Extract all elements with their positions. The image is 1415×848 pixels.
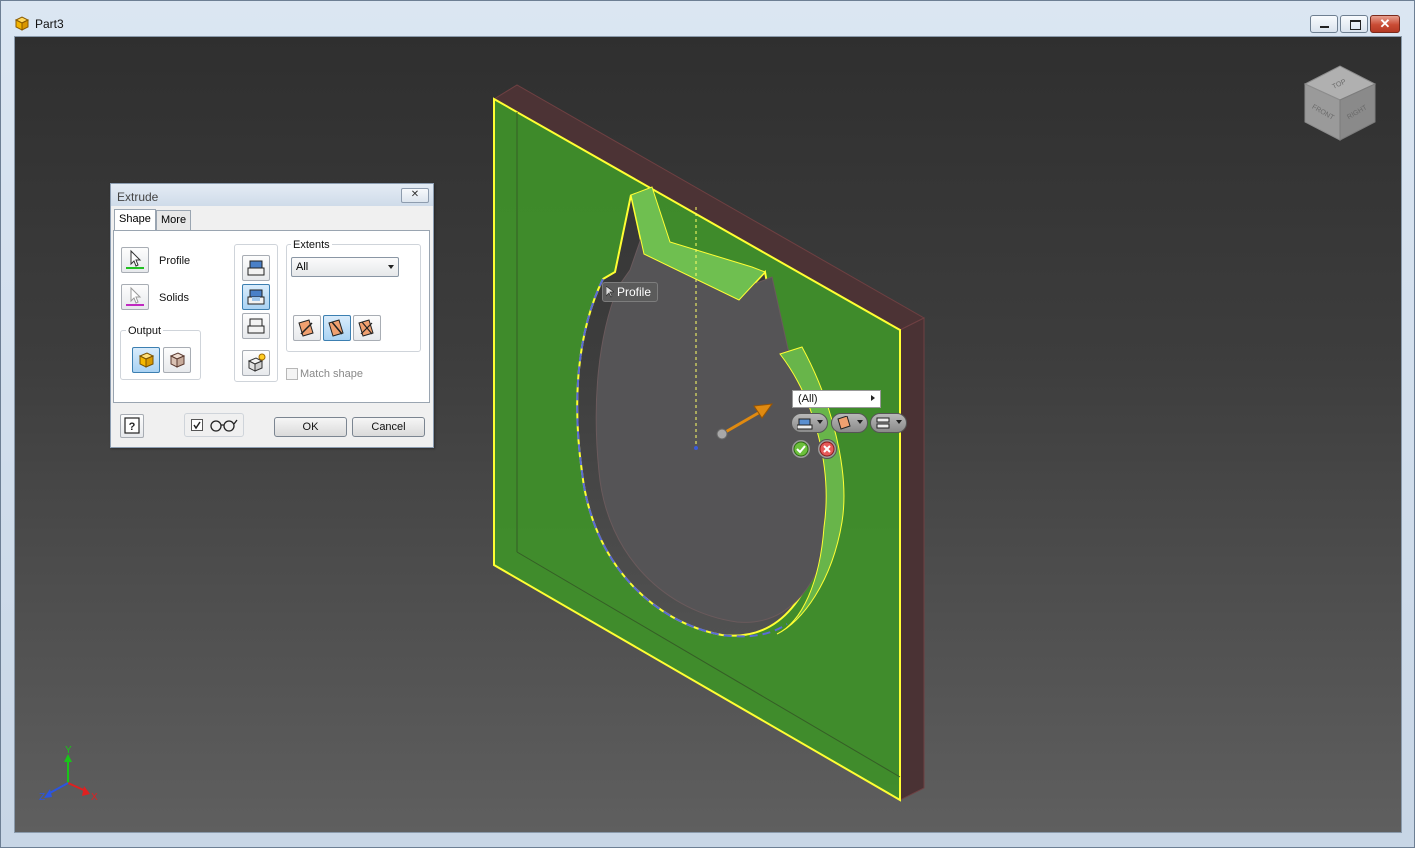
part-cube-icon: [14, 16, 30, 31]
direction-1-button[interactable]: [293, 315, 321, 341]
output-icon: [876, 417, 890, 429]
chevron-down-icon: [817, 420, 823, 424]
glasses-icon: [210, 419, 238, 432]
select-arrow-icon: [126, 286, 144, 306]
title-bar[interactable]: Part3 ✕: [1, 1, 1414, 35]
direction-2-icon: [328, 319, 344, 337]
cut-operation-icon: [247, 289, 265, 305]
surface-cube-icon: [169, 352, 186, 368]
distance-manipulator[interactable]: [716, 428, 728, 440]
z-label: Z: [39, 792, 45, 803]
y-label: Y: [65, 745, 72, 756]
chevron-down-icon: [388, 265, 394, 269]
mini-toolbar-extents-value: (All): [798, 393, 818, 405]
mini-toolbar-extents-combo[interactable]: (All): [792, 390, 881, 408]
window-title: Part3: [35, 17, 64, 31]
output-surface-button[interactable]: [163, 347, 191, 373]
dialog-title-bar[interactable]: Extrude ✕: [111, 184, 433, 206]
output-label: Output: [126, 325, 164, 337]
mini-toolbar-operation-button[interactable]: [791, 413, 828, 433]
x-arrow-icon: [82, 786, 90, 796]
tab-shape[interactable]: Shape: [114, 209, 156, 231]
new-solid-button[interactable]: [242, 350, 270, 376]
cancel-icon: [819, 441, 835, 457]
preview-checkbox[interactable]: [191, 419, 203, 431]
tab-more-label: More: [161, 214, 187, 226]
dialog-title: Extrude: [117, 190, 159, 204]
coordinate-triad: Y X Z: [39, 745, 98, 803]
mini-toolbar-cancel-button[interactable]: [817, 439, 837, 459]
z-axis: [47, 782, 69, 795]
application-window: Part3 ✕ TOP FRONT RIGHT Y X Z Profile (A…: [0, 0, 1415, 848]
chevron-right-icon: [871, 395, 875, 401]
close-button[interactable]: ✕: [1370, 15, 1400, 33]
mini-toolbar-output-button[interactable]: [870, 413, 907, 433]
dialog-close-button[interactable]: ✕: [401, 188, 429, 203]
output-solid-button[interactable]: [132, 347, 160, 373]
intersect-operation-icon: [247, 318, 265, 334]
solid-cube-icon: [138, 352, 155, 368]
minimize-icon: [1320, 26, 1329, 28]
direction-icon: [837, 416, 851, 430]
cut-button[interactable]: [242, 284, 270, 310]
help-icon: ?: [124, 417, 140, 434]
select-arrow-icon: [126, 249, 144, 269]
profile-label: Profile: [159, 255, 191, 267]
window-controls: ✕: [1308, 15, 1400, 33]
extents-value: All: [296, 261, 309, 273]
svg-text:?: ?: [129, 421, 136, 433]
ok-button[interactable]: OK: [274, 417, 347, 437]
z-arrow-icon: [44, 789, 52, 798]
tab-more[interactable]: More: [156, 210, 192, 230]
plate-side-face[interactable]: [899, 317, 925, 801]
intersect-button[interactable]: [242, 313, 270, 339]
checkmark-icon: [793, 441, 809, 457]
new-solid-icon: [247, 353, 266, 372]
help-button[interactable]: ?: [120, 414, 144, 438]
chevron-down-icon: [857, 420, 863, 424]
restore-icon: [1350, 20, 1361, 30]
cancel-button[interactable]: Cancel: [352, 417, 425, 437]
extents-label: Extents: [291, 239, 332, 251]
chevron-down-icon: [896, 420, 902, 424]
match-shape-checkbox[interactable]: [286, 368, 298, 380]
select-arrow-icon: [606, 286, 614, 298]
tab-shape-label: Shape: [119, 213, 151, 225]
x-label: X: [91, 792, 98, 803]
close-icon: ✕: [1379, 16, 1391, 31]
match-shape-label: Match shape: [300, 368, 363, 380]
profile-tooltip-text: Profile: [617, 285, 652, 299]
symmetric-button[interactable]: [353, 315, 381, 341]
solids-select-button[interactable]: [121, 284, 149, 310]
direction-2-button[interactable]: [323, 315, 351, 341]
solids-label: Solids: [159, 292, 189, 304]
symmetric-icon: [358, 319, 374, 337]
join-operation-icon: [797, 418, 813, 430]
profile-select-button[interactable]: [121, 247, 149, 273]
join-button[interactable]: [242, 255, 270, 281]
direction-1-icon: [298, 319, 314, 337]
mini-toolbar-direction-button[interactable]: [831, 413, 868, 433]
viewcube[interactable]: TOP FRONT RIGHT: [1303, 65, 1377, 141]
mini-toolbar-ok-button[interactable]: [791, 439, 811, 459]
join-operation-icon: [247, 260, 265, 276]
profile-tooltip: Profile: [602, 282, 659, 302]
axis-point: [694, 446, 698, 450]
close-icon: ✕: [410, 189, 420, 200]
minimize-button[interactable]: [1310, 15, 1338, 33]
checkmark-icon: [193, 421, 201, 430]
restore-button[interactable]: [1340, 15, 1368, 33]
extents-dropdown[interactable]: All: [291, 257, 399, 277]
